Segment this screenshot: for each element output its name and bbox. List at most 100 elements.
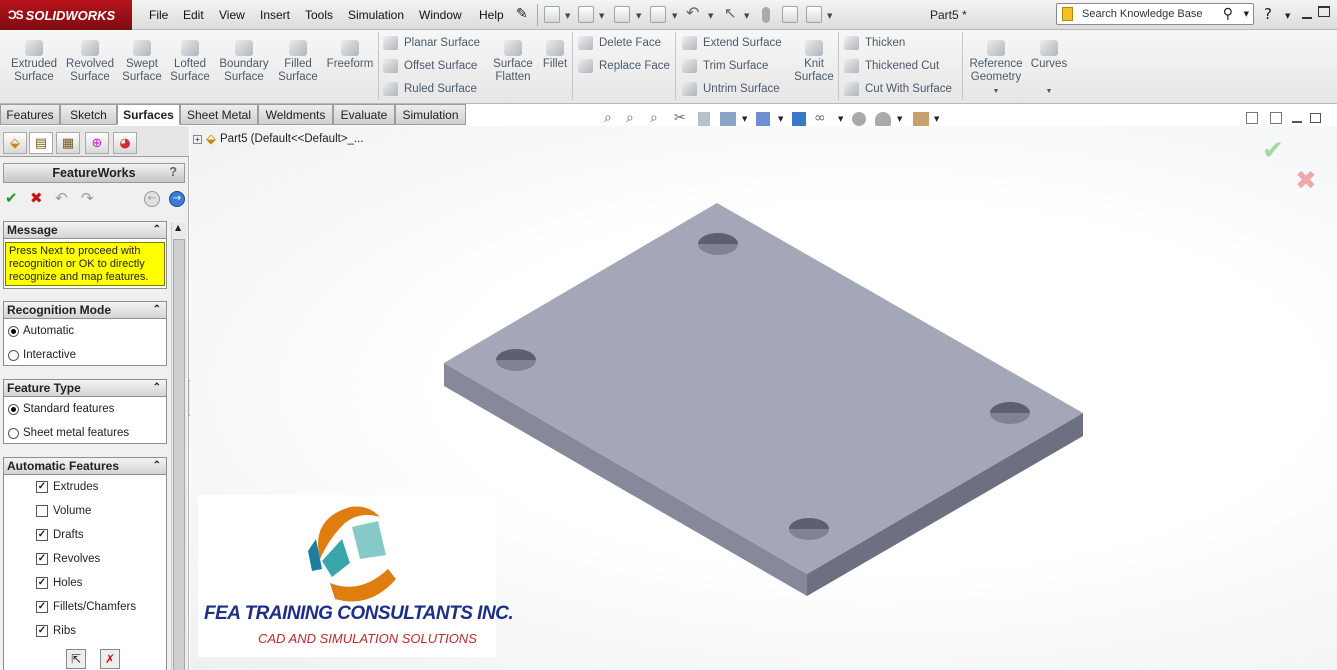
chevron-down-icon[interactable]: ▼ [636, 12, 641, 20]
menu-view[interactable]: View [219, 8, 245, 22]
pin-icon[interactable]: ✎ [516, 6, 528, 22]
radio-button[interactable] [8, 325, 19, 337]
checkbox-ribs[interactable]: ✓ Ribs [36, 625, 76, 637]
maximize-icon[interactable] [1318, 6, 1330, 17]
checkbox-drafts[interactable]: ✓ Drafts [36, 529, 84, 541]
checkbox[interactable] [36, 505, 48, 517]
help-icon[interactable]: ? [1264, 5, 1272, 23]
freeform-button[interactable]: Freeform [326, 40, 374, 71]
trim-surface-button[interactable]: Trim Surface [682, 59, 768, 73]
thickened-cut-button[interactable]: Thickened Cut [844, 59, 939, 73]
rebuild-icon[interactable] [762, 7, 770, 23]
clear-all-icon[interactable]: ✗ [100, 649, 120, 669]
tab-sheet-metal[interactable]: Sheet Metal [180, 104, 258, 125]
save-icon[interactable] [614, 6, 630, 23]
tile-left-icon[interactable] [1246, 112, 1258, 124]
undo-icon[interactable]: ↶ [686, 3, 699, 22]
checkbox-revolves[interactable]: ✓ Revolves [36, 553, 100, 565]
menu-file[interactable]: File [149, 8, 168, 22]
feature-type-header[interactable]: Feature Type ⌃ [4, 380, 166, 397]
search-icon[interactable]: ⚲ [1223, 6, 1233, 22]
checkbox[interactable]: ✓ [36, 529, 48, 541]
select-arrow-icon[interactable]: ↖ [724, 4, 737, 22]
options-icon[interactable] [806, 6, 822, 23]
chevron-down-icon[interactable]: ▼ [838, 115, 843, 123]
file-properties-icon[interactable] [782, 6, 798, 23]
offset-surface-button[interactable]: Offset Surface [383, 59, 477, 73]
checkbox[interactable]: ✓ [36, 553, 48, 565]
configuration-manager-icon[interactable]: ▦ [56, 132, 80, 154]
menu-tools[interactable]: Tools [305, 8, 333, 22]
radio-interactive[interactable]: Interactive [8, 349, 76, 361]
apply-scene-icon[interactable] [852, 112, 866, 126]
checkbox[interactable]: ✓ [36, 601, 48, 613]
next-icon[interactable]: → [169, 191, 185, 207]
chevron-down-icon[interactable]: ▼ [744, 12, 749, 20]
display-style-icon[interactable] [756, 112, 770, 126]
chevron-down-icon[interactable]: ▼ [827, 12, 832, 20]
dimxpert-icon[interactable]: ⊕ [85, 132, 109, 154]
checkbox[interactable]: ✓ [36, 577, 48, 589]
tab-sketch[interactable]: Sketch [60, 104, 117, 125]
menu-edit[interactable]: Edit [183, 8, 204, 22]
menu-window[interactable]: Window [419, 8, 462, 22]
solidworks-logo[interactable]: ƆS SOLIDWORKS [0, 0, 132, 30]
delete-face-button[interactable]: Delete Face [578, 36, 661, 50]
radio-button[interactable] [8, 427, 19, 439]
open-folder-icon[interactable] [578, 6, 594, 23]
search-knowledge-base-input[interactable]: Search Knowledge Base ⚲ ▼ [1056, 3, 1254, 25]
recognition-mode-header[interactable]: Recognition Mode ⌃ [4, 302, 166, 319]
zoom-to-area-icon[interactable]: ⌕ [626, 110, 634, 126]
fillet-button[interactable]: Fillet [540, 40, 570, 71]
chevron-down-icon[interactable]: ▼ [993, 88, 1000, 95]
tab-surfaces[interactable]: Surfaces [117, 104, 180, 125]
scrollbar-thumb[interactable] [173, 239, 185, 670]
collapse-icon[interactable]: ⌃ [153, 222, 161, 238]
print-icon[interactable] [650, 6, 666, 23]
edit-appearance-icon[interactable]: ∞ [814, 110, 826, 126]
ruled-surface-button[interactable]: Ruled Surface [383, 82, 477, 96]
radio-button[interactable] [8, 403, 19, 415]
swept-surface-button[interactable]: Swept Surface [120, 40, 164, 84]
doc-restore-icon[interactable] [1310, 113, 1321, 123]
chevron-down-icon[interactable]: ▼ [565, 12, 570, 20]
checkbox-holes[interactable]: ✓ Holes [36, 577, 82, 589]
chevron-down-icon[interactable]: ▼ [897, 115, 902, 123]
chevron-down-icon[interactable]: ▼ [1244, 10, 1249, 18]
chevron-down-icon[interactable]: ▼ [742, 115, 747, 123]
checkbox-extrudes[interactable]: ✓ Extrudes [36, 481, 98, 493]
thicken-button[interactable]: Thicken [844, 36, 905, 50]
replace-face-button[interactable]: Replace Face [578, 59, 670, 73]
collapse-icon[interactable]: ⌃ [153, 458, 161, 474]
untrim-surface-button[interactable]: Untrim Surface [682, 82, 780, 96]
property-manager-icon[interactable]: ▤ [29, 132, 53, 154]
knit-surface-button[interactable]: Knit Surface [792, 40, 836, 84]
radio-button[interactable] [8, 349, 19, 361]
tab-evaluate[interactable]: Evaluate [333, 104, 395, 125]
graphics-viewport[interactable]: + ⬙ Part5 (Default<<Default>_... ⊕ ✔ ✖ [190, 126, 1337, 670]
ok-check-icon[interactable]: ✔ [5, 189, 18, 207]
radio-standard-features[interactable]: Standard features [8, 403, 114, 415]
tab-simulation[interactable]: Simulation [395, 104, 466, 125]
undo-icon[interactable]: ↶ [55, 189, 68, 207]
dynamic-annotation-icon[interactable] [698, 112, 710, 126]
hide-show-items-icon[interactable] [792, 112, 806, 126]
select-all-icon[interactable]: ⇱ [66, 649, 86, 669]
cut-with-surface-button[interactable]: Cut With Surface [844, 82, 952, 96]
previous-view-icon[interactable]: ⌕ [650, 110, 658, 126]
message-header[interactable]: Message ⌃ [4, 222, 166, 239]
collapse-icon[interactable]: ⌃ [153, 302, 161, 318]
lofted-surface-button[interactable]: Lofted Surface [168, 40, 212, 84]
chevron-down-icon[interactable]: ▼ [778, 115, 783, 123]
minimize-icon[interactable] [1302, 17, 1312, 19]
redo-icon[interactable]: ↷ [81, 189, 94, 207]
display-manager-icon[interactable]: ◕ [113, 132, 137, 154]
menu-help[interactable]: Help [479, 8, 504, 22]
menu-insert[interactable]: Insert [260, 8, 290, 22]
radio-automatic[interactable]: Automatic [8, 325, 74, 337]
chevron-down-icon[interactable]: ▼ [672, 12, 677, 20]
boundary-surface-button[interactable]: Boundary Surface [217, 40, 271, 84]
render-tools-icon[interactable] [913, 112, 929, 126]
menu-simulation[interactable]: Simulation [348, 8, 404, 22]
doc-minimize-icon[interactable] [1292, 121, 1302, 123]
